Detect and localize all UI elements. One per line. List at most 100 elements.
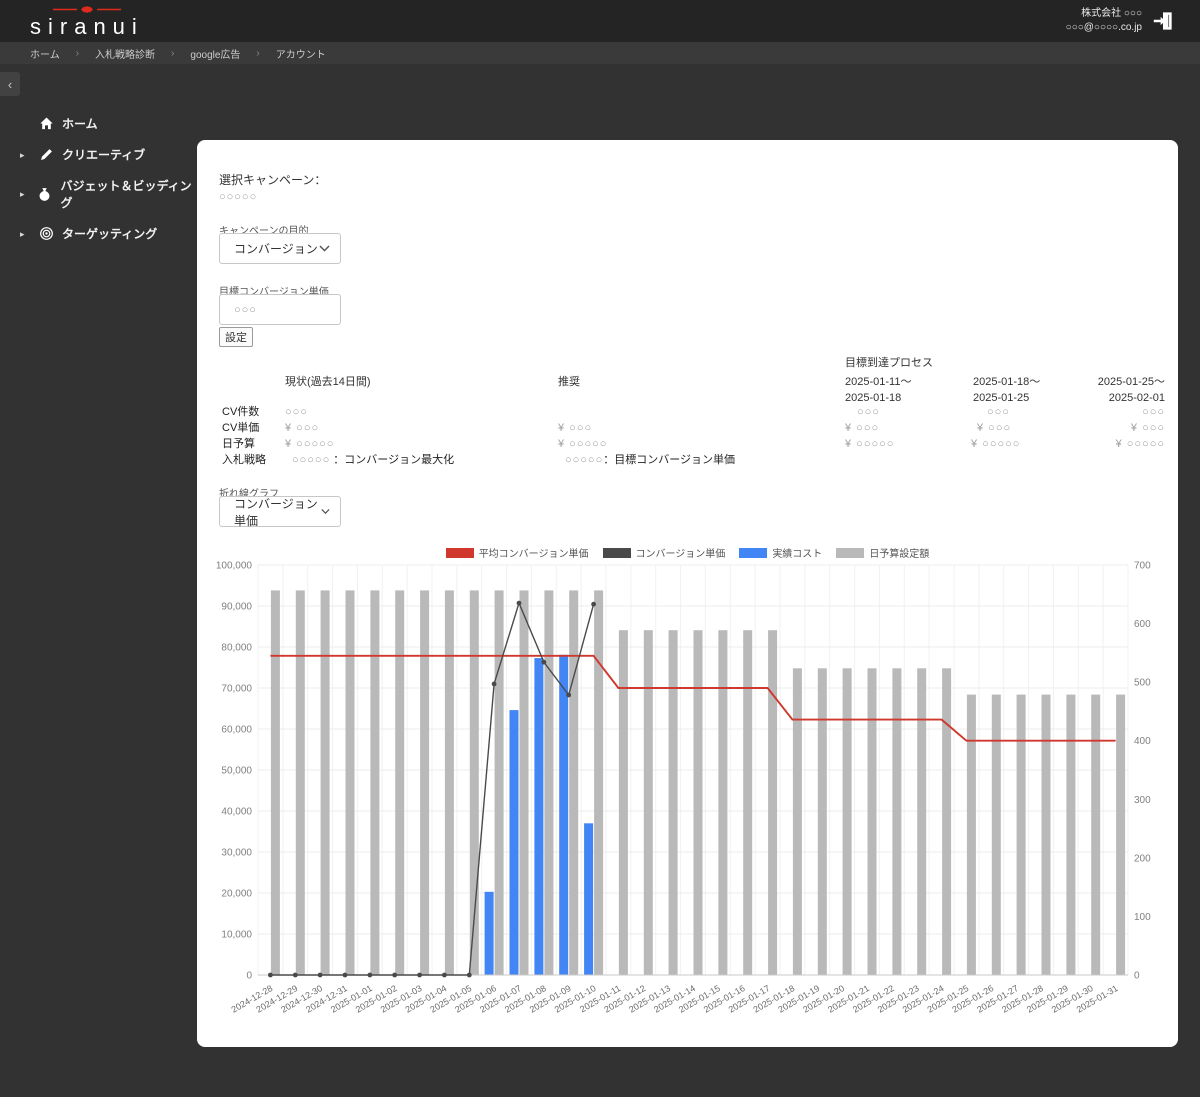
sidebar-collapse-button[interactable]: ‹: [0, 72, 20, 96]
logo: siranui: [30, 3, 144, 40]
logout-icon[interactable]: [1150, 8, 1176, 34]
selected-campaign-value: ○○○○○: [219, 191, 258, 203]
app-root: siranui 株式会社 ○○○ ○○○@○○○○.co.jp ホーム › 入札…: [0, 0, 1200, 1097]
target-cpa-input[interactable]: [219, 294, 341, 325]
current-daily-budget: ¥ ○○○○○: [285, 438, 335, 450]
process-period-2-from: 2025-01-18〜: [973, 376, 1041, 388]
set-button[interactable]: 設定: [219, 327, 253, 347]
sidebar-item-creative[interactable]: ▸ クリエーティブ: [0, 141, 195, 168]
process-1-cv-price: ¥ ○○○: [845, 422, 880, 434]
line-graph-select-value: コンバージョン単価: [234, 496, 318, 528]
legend-swatch: [602, 547, 631, 558]
svg-text:70,000: 70,000: [221, 684, 252, 695]
process-3-cv-price: ¥ ○○○: [1130, 422, 1165, 434]
process-period-1-to: 2025-01-18: [845, 392, 902, 404]
svg-text:50,000: 50,000: [221, 766, 252, 777]
recommended-bid-strategy-placeholder: ○○○○○: [565, 454, 604, 466]
sidebar-item-budget-bidding[interactable]: ▸ バジェット＆ビッディング: [0, 172, 195, 216]
process-3-cv-count: ○○○: [1142, 406, 1165, 418]
current-bid-strategy-placeholder: ○○○○○: [292, 454, 331, 466]
breadcrumb-item-home[interactable]: ホーム: [30, 46, 60, 61]
svg-text:600: 600: [1134, 619, 1151, 630]
recommended-bid-strategy: ○○○○○：目標コンバージョン単価: [565, 454, 735, 467]
sidebar-item-label: ホーム: [62, 117, 98, 131]
breadcrumb-separator: ›: [171, 47, 175, 59]
svg-text:700: 700: [1134, 561, 1151, 572]
svg-text:200: 200: [1134, 853, 1151, 864]
row-label-bid-strategy: 入札戦略: [222, 454, 266, 466]
recommended-bid-strategy-name: ：目標コンバージョン単価: [603, 454, 736, 466]
legend-swatch: [445, 547, 474, 558]
main-panel: 選択キャンペーン： ○○○○○ キャンペーンの目的 コンバージョン 目標コンバー…: [197, 140, 1178, 1047]
process-3-daily-budget: ¥ ○○○○○: [1115, 438, 1165, 450]
process-period-3-to: 2025-02-01: [1108, 392, 1165, 404]
breadcrumb-item-google-ads[interactable]: google広告: [190, 46, 240, 61]
account-info: 株式会社 ○○○ ○○○@○○○○.co.jp: [1066, 7, 1142, 35]
svg-text:100,000: 100,000: [216, 561, 253, 572]
col-header-current: 現状(過去14日間): [285, 376, 371, 388]
svg-text:30,000: 30,000: [221, 848, 252, 859]
process-period-2-to: 2025-01-25: [973, 392, 1030, 404]
sidebar-item-label: クリエーティブ: [62, 148, 146, 162]
process-period-1-from: 2025-01-11〜: [845, 376, 912, 388]
process-1-daily-budget: ¥ ○○○○○: [845, 438, 895, 450]
recommended-daily-budget: ¥ ○○○○○: [558, 438, 608, 450]
svg-text:40,000: 40,000: [221, 807, 252, 818]
sidebar-item-label: ターゲッティング: [62, 227, 158, 241]
breadcrumb-item-account[interactable]: アカウント: [276, 46, 326, 61]
sidebar: ▸ ホーム ▸ クリエーティブ ▸ バジェット＆ビッディング ▸: [0, 110, 195, 251]
col-header-recommended: 推奨: [558, 376, 580, 388]
process-1-cv-count: ○○○: [857, 406, 880, 418]
target-icon: [38, 226, 54, 242]
legend-swatch: [836, 547, 865, 558]
breadcrumb-separator: ›: [75, 47, 80, 59]
company-name: 株式会社 ○○○: [1081, 8, 1142, 19]
chevron-left-icon: ‹: [7, 76, 13, 92]
chart-svg: 0 10,000 20,000 30,000 40,000 50,000 60,000 70,…: [216, 561, 1151, 1015]
row-label-daily-budget: 日予算: [222, 438, 255, 450]
col-header-process: 目標到達プロセス: [845, 357, 933, 369]
svg-text:80,000: 80,000: [221, 643, 252, 654]
money-bag-icon: [37, 186, 52, 202]
current-cv-count: ○○○: [285, 406, 308, 418]
process-2-cv-count: ○○○: [987, 406, 1010, 418]
logo-ornament-icon: [52, 6, 121, 13]
recommended-cv-price: ¥ ○○○: [558, 422, 593, 434]
process-period-3-from: 2025-01-25〜: [1097, 376, 1165, 388]
breadcrumb-item-diagnosis[interactable]: 入札戦略診断: [95, 46, 155, 61]
svg-text:90,000: 90,000: [221, 602, 252, 613]
header: siranui 株式会社 ○○○ ○○○@○○○○.co.jp: [0, 0, 1200, 42]
selected-campaign-label: 選択キャンペーン：: [219, 173, 327, 187]
company-email: ○○○@○○○○.co.jp: [1065, 22, 1142, 33]
row-label-cv-count: CV件数: [222, 406, 260, 418]
svg-text:300: 300: [1134, 795, 1151, 806]
svg-text:60,000: 60,000: [221, 725, 252, 736]
current-bid-strategy: ○○○○○ ：コンバージョン最大化: [292, 454, 454, 467]
current-cv-price: ¥ ○○○: [285, 422, 320, 434]
sidebar-item-targeting[interactable]: ▸ ターゲッティング: [0, 220, 195, 247]
line-graph-select[interactable]: コンバージョン単価: [219, 496, 341, 528]
process-2-cv-price: ¥ ○○○: [977, 422, 1012, 434]
objective-select[interactable]: コンバージョン: [219, 233, 341, 264]
caret-right-icon: ▸: [20, 189, 25, 199]
objective-select-value: コンバージョン: [234, 242, 318, 256]
breadcrumb-separator: ›: [256, 47, 260, 59]
sidebar-item-label: バジェット＆ビッディング: [60, 179, 192, 210]
home-icon: [38, 116, 54, 132]
process-2-daily-budget: ¥ ○○○○○: [971, 438, 1021, 450]
row-label-cv-price: CV単価: [222, 422, 260, 434]
caret-right-icon: ▸: [20, 149, 25, 160]
legend-swatch: [739, 547, 768, 558]
svg-text:0: 0: [1134, 971, 1140, 982]
svg-text:400: 400: [1134, 736, 1151, 747]
svg-text:20,000: 20,000: [221, 889, 252, 900]
current-bid-strategy-name: ：コンバージョン最大化: [330, 454, 455, 466]
chevron-down-icon: [319, 245, 330, 252]
sidebar-item-home[interactable]: ▸ ホーム: [0, 110, 195, 137]
svg-text:100: 100: [1134, 912, 1151, 923]
breadcrumb: ホーム › 入札戦略診断 › google広告 › アカウント: [0, 42, 1200, 64]
svg-text:10,000: 10,000: [221, 930, 252, 941]
caret-right-icon: ▸: [20, 228, 25, 239]
chevron-down-icon: [321, 509, 330, 515]
svg-text:0: 0: [246, 971, 252, 982]
